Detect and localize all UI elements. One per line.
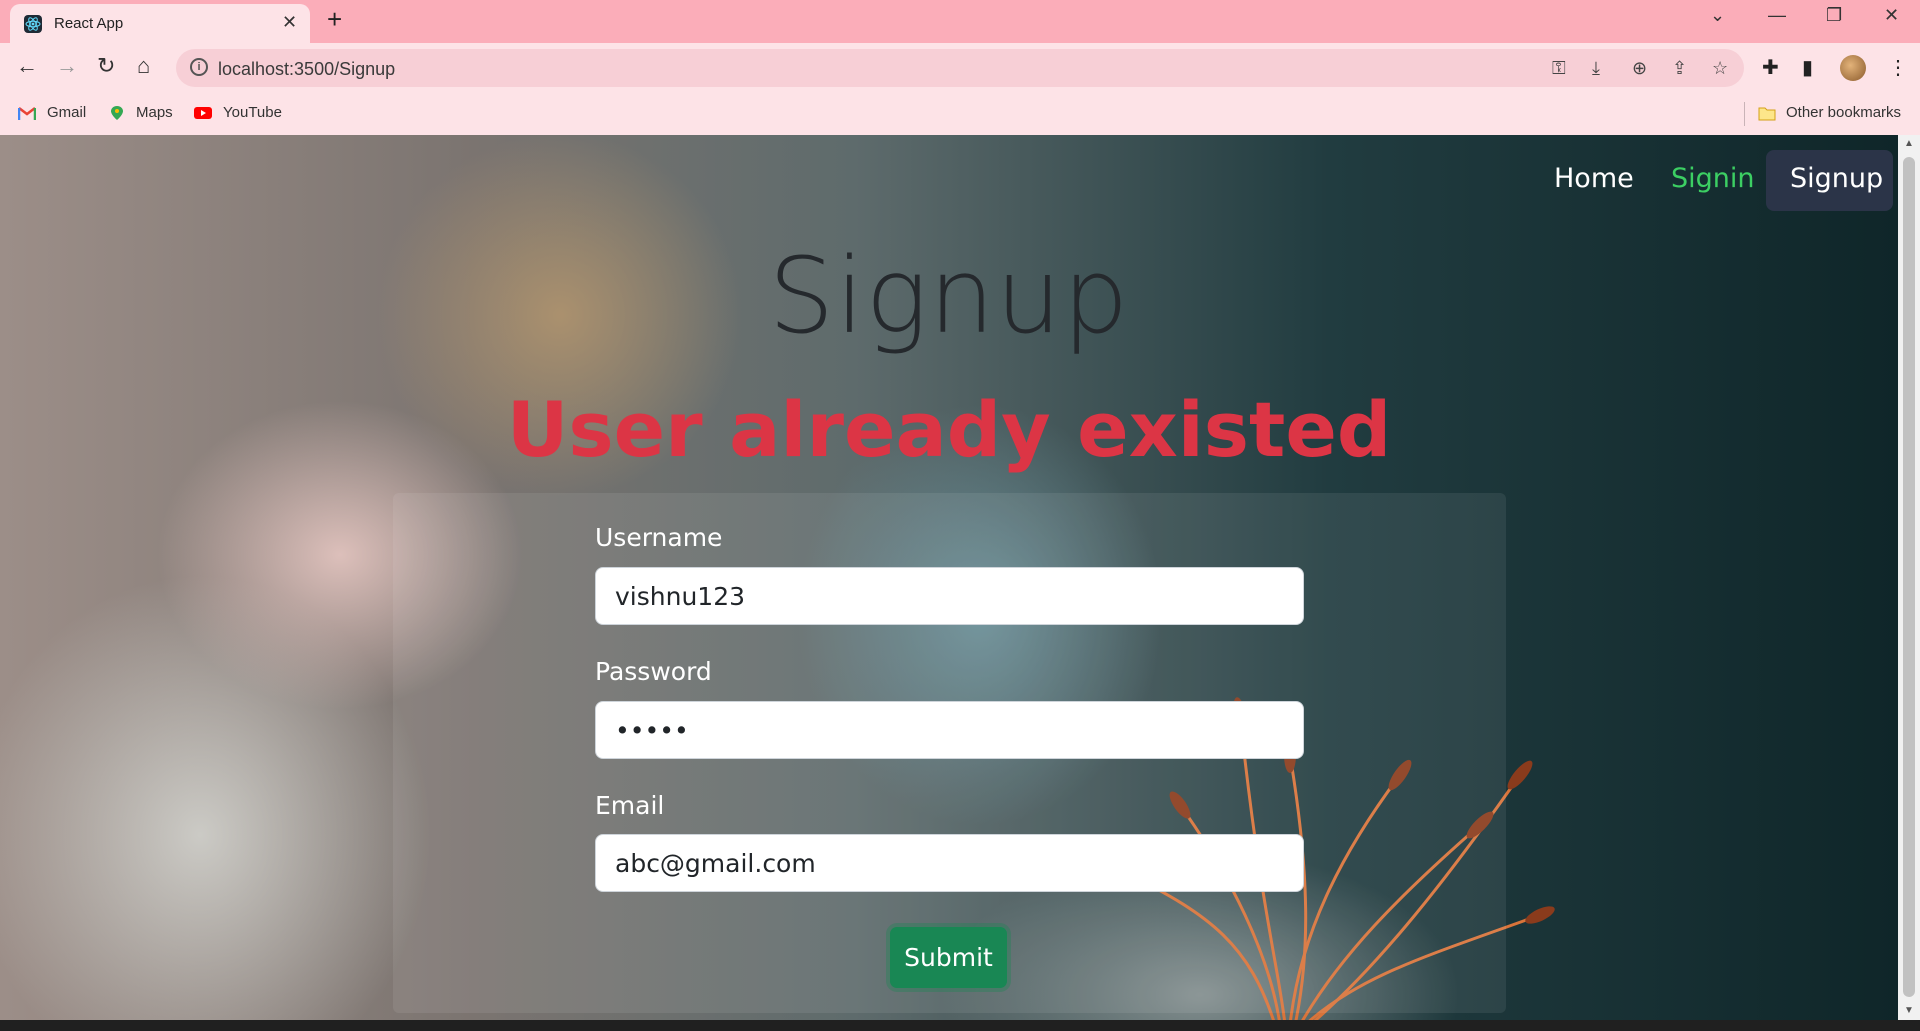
close-icon[interactable]: ✕ bbox=[282, 12, 297, 33]
page-title: Signup bbox=[768, 235, 1130, 357]
browser-tab-bar: React App ✕ + ⌄ — ❐ ✕ bbox=[0, 0, 1920, 43]
url-text[interactable]: localhost:3500/Signup bbox=[218, 59, 395, 80]
extensions-icon[interactable]: ✚ bbox=[1762, 55, 1779, 80]
minimize-icon[interactable]: — bbox=[1768, 5, 1786, 26]
react-icon bbox=[24, 15, 42, 33]
taskbar bbox=[0, 1020, 1920, 1031]
nav-signin[interactable]: Signin bbox=[1671, 163, 1755, 194]
side-panel-icon[interactable]: ▮ bbox=[1802, 55, 1813, 80]
bookmark-youtube[interactable]: YouTube bbox=[223, 104, 282, 121]
new-tab-button[interactable]: + bbox=[327, 6, 342, 32]
username-input[interactable] bbox=[595, 567, 1304, 625]
browser-toolbar: ← → ↻ ⌂ i localhost:3500/Signup ⚿ ⤓ ⊕ ⇪ … bbox=[0, 43, 1920, 94]
email-label: Email bbox=[595, 791, 665, 820]
bookmark-gmail[interactable]: Gmail bbox=[47, 104, 86, 121]
nav-signup-label: Signup bbox=[1790, 163, 1884, 194]
browser-tab[interactable]: React App ✕ bbox=[10, 4, 310, 43]
site-info-icon[interactable]: i bbox=[190, 58, 208, 76]
key-icon[interactable]: ⚿ bbox=[1552, 58, 1566, 79]
bookmarks-bar: Gmail Maps YouTube Other bookmarks bbox=[0, 94, 1920, 135]
forward-icon[interactable]: → bbox=[56, 55, 78, 77]
avatar[interactable] bbox=[1840, 55, 1866, 81]
other-bookmarks[interactable]: Other bookmarks bbox=[1786, 104, 1901, 121]
submit-button[interactable]: Submit bbox=[890, 927, 1007, 988]
home-icon[interactable]: ⌂ bbox=[137, 55, 150, 77]
folder-icon bbox=[1758, 107, 1776, 121]
tab-search-icon[interactable]: ⌄ bbox=[1710, 5, 1725, 26]
bookmark-separator bbox=[1744, 102, 1745, 126]
page-viewport: Home Signin Signup Signup User already e… bbox=[0, 135, 1898, 1020]
zoom-icon[interactable]: ⊕ bbox=[1632, 58, 1647, 79]
share-icon[interactable]: ⇪ bbox=[1672, 58, 1687, 79]
nav-home[interactable]: Home bbox=[1554, 163, 1634, 194]
password-label: Password bbox=[595, 657, 712, 686]
menu-icon[interactable]: ⋮ bbox=[1888, 55, 1908, 80]
scroll-thumb[interactable] bbox=[1903, 157, 1915, 997]
username-label: Username bbox=[595, 523, 723, 552]
nav-signup[interactable]: Signup bbox=[1766, 150, 1893, 211]
page-scrollbar[interactable]: ▲ ▼ bbox=[1898, 135, 1920, 1020]
scroll-down-icon[interactable]: ▼ bbox=[1904, 1005, 1914, 1016]
password-input[interactable] bbox=[595, 701, 1304, 759]
bookmark-maps[interactable]: Maps bbox=[136, 104, 173, 121]
maps-icon bbox=[111, 106, 123, 120]
install-icon[interactable]: ⤓ bbox=[1592, 58, 1600, 79]
youtube-icon bbox=[194, 107, 212, 119]
star-icon[interactable]: ☆ bbox=[1712, 58, 1728, 79]
restore-icon[interactable]: ❐ bbox=[1826, 5, 1842, 26]
back-icon[interactable]: ← bbox=[16, 55, 38, 77]
error-message: User already existed bbox=[506, 385, 1392, 474]
reload-icon[interactable]: ↻ bbox=[97, 55, 115, 77]
scroll-up-icon[interactable]: ▲ bbox=[1904, 138, 1914, 149]
gmail-icon bbox=[18, 107, 36, 120]
window-close-icon[interactable]: ✕ bbox=[1884, 5, 1899, 26]
email-input[interactable] bbox=[595, 834, 1304, 892]
tab-title: React App bbox=[54, 15, 124, 32]
address-bar[interactable]: i localhost:3500/Signup ⚿ ⤓ ⊕ ⇪ ☆ bbox=[176, 49, 1744, 87]
